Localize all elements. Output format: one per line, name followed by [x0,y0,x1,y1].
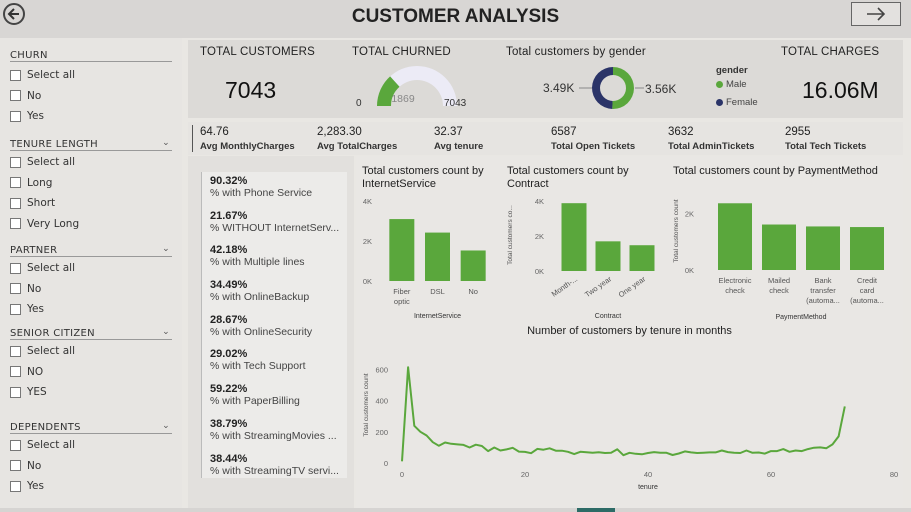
tick-label: 60 [767,470,775,479]
tick-label: Month-... [550,274,579,298]
tick-label: 2K [363,237,372,246]
tick-label: 4K [535,197,544,206]
bar [389,219,415,281]
tick-label: 0K [685,266,694,275]
tick-label: 0 [400,470,404,479]
tick-label: (automa... [850,296,884,305]
tick-label: 200 [375,428,388,437]
charts-canvas: 0K 2K 4K Fiberoptic DSL No InternetService 0K 2K… [363,197,898,491]
tick-label: (automa... [806,296,840,305]
tick-label: Bank [814,276,831,285]
tick-label: Credit [857,276,878,285]
bar [561,203,587,271]
series-line [401,366,846,462]
tick-label: No [468,287,478,296]
tick-label: 0K [363,277,372,286]
bar [460,250,486,281]
tick-label: 20 [521,470,529,479]
axis-label: InternetService [414,313,461,320]
active-page-tab[interactable] [577,508,615,512]
axis-label: PaymentMethod [776,314,827,321]
tick-label: optic [394,297,410,306]
axis-label: Contract [595,313,622,320]
tick-label: One year [617,274,648,299]
tick-label: check [725,286,745,295]
tick-label: DSL [430,287,445,296]
tick-label: 600 [375,365,388,374]
tick-label: 40 [644,470,652,479]
tick-label: Fiber [393,287,411,296]
tick-label: 400 [375,397,388,406]
axis-label: Total customers co... [507,205,514,265]
tick-label: Mailed [768,276,790,285]
axis-label: Total customers count [363,373,370,436]
bar [806,226,840,270]
bar [595,241,621,271]
tick-label: 2K [535,232,544,241]
tick-label: card [860,286,875,295]
tick-label: check [769,286,789,295]
tick-label: 4K [363,197,372,206]
tick-label: Two year [583,274,613,299]
tick-label: Electronic [719,276,752,285]
axis-label: Total customers count [673,199,680,262]
tick-label: 0K [535,267,544,276]
axis-label: tenure [638,484,658,491]
tick-label: transfer [810,286,836,295]
bar [718,203,752,270]
tick-label: 2K [685,210,694,219]
bar [629,245,655,271]
bar [762,224,796,270]
tick-label: 80 [890,470,898,479]
tick-label: 0 [384,459,388,468]
bar [850,227,884,270]
bar [425,232,450,281]
page-tabs-bar [0,508,911,512]
